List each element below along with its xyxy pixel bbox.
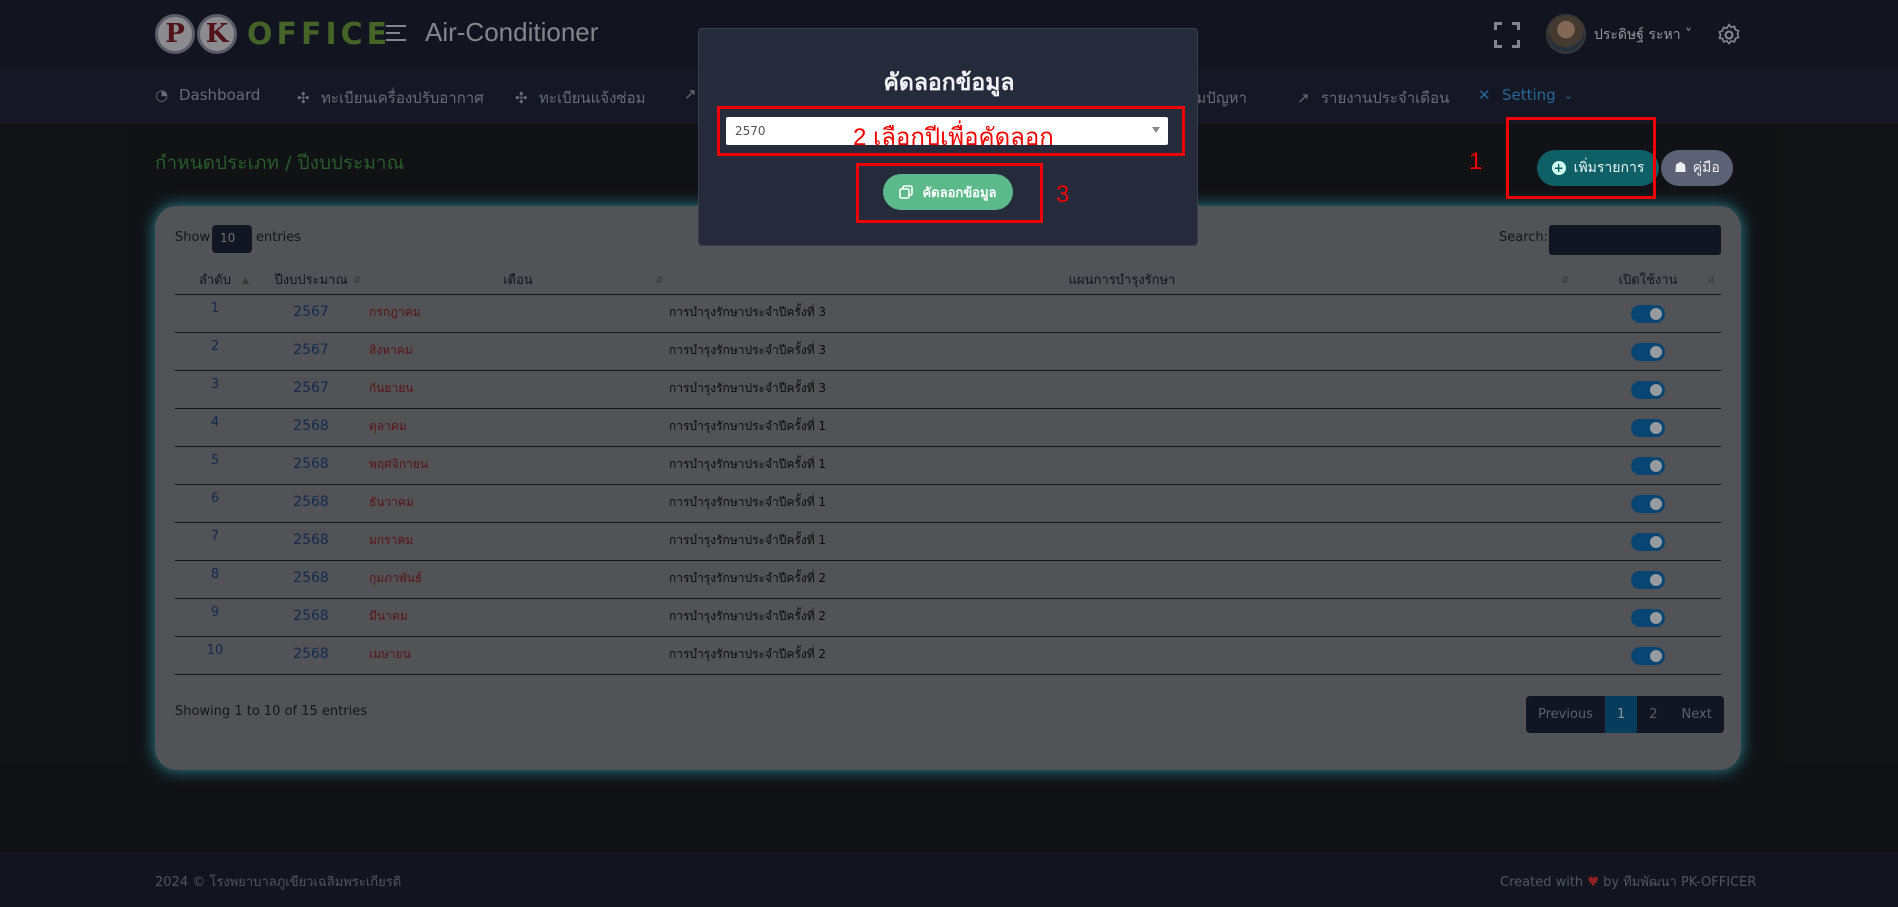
annotation-box-step3 xyxy=(856,163,1043,223)
annotation-step1: 1 xyxy=(1469,148,1483,175)
user-guide-icon: ☗ xyxy=(1674,160,1687,176)
manual-label: คู่มือ xyxy=(1692,160,1720,176)
annotation-step3: 3 xyxy=(1056,181,1070,208)
manual-button[interactable]: ☗ คู่มือ xyxy=(1661,150,1733,186)
annotation-box-step2 xyxy=(717,106,1185,156)
annotation-box-step1 xyxy=(1506,117,1656,199)
copy-data-modal: คัดลอกข้อมูล 2570 2 เลือกปีเพื่อคัดลอก ค… xyxy=(698,28,1198,246)
modal-title: คัดลอกข้อมูล xyxy=(883,70,1015,96)
